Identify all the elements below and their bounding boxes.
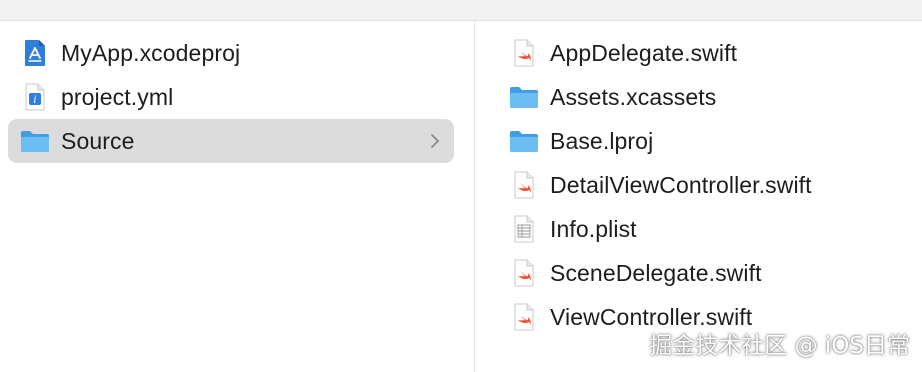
file-row-myapp-xcodeproj[interactable]: MyApp.xcodeproj [8,31,454,75]
file-name: Source [61,127,135,154]
finder-column-project: MyApp.xcodeproj i project.yml Source [0,21,475,372]
file-row-scenedelegate-swift[interactable]: SceneDelegate.swift [483,251,913,295]
file-name: Assets.xcassets [550,83,717,110]
xcode-project-icon [20,38,50,68]
chevron-right-icon [431,134,439,148]
file-row-assets-xcassets[interactable]: Assets.xcassets [483,75,913,119]
file-row-detailviewcontroller-swift[interactable]: DetailViewController.swift [483,163,913,207]
swift-file-icon [509,302,539,332]
watermark-text: 掘金技术社区 @ iOS日常 [649,333,910,359]
finder-column-source: AppDelegate.swift Assets.xcassets Base.l… [475,21,922,372]
file-name: SceneDelegate.swift [550,259,762,286]
svg-text:i: i [33,95,36,106]
finder-toolbar-strip [0,0,922,21]
swift-file-icon [509,258,539,288]
file-row-base-lproj[interactable]: Base.lproj [483,119,913,163]
swift-file-icon [509,170,539,200]
file-row-appdelegate-swift[interactable]: AppDelegate.swift [483,31,913,75]
swift-file-icon [509,38,539,68]
folder-icon [509,82,539,112]
file-name: Info.plist [550,215,637,242]
folder-icon [20,126,50,156]
file-name: project.yml [61,83,174,110]
file-name: Base.lproj [550,127,654,154]
plist-file-icon [509,214,539,244]
file-row-project-yml[interactable]: i project.yml [8,75,454,119]
file-name: DetailViewController.swift [550,171,812,198]
file-name: MyApp.xcodeproj [61,39,241,66]
folder-icon [509,126,539,156]
file-name: AppDelegate.swift [550,39,738,66]
file-row-info-plist[interactable]: Info.plist [483,207,913,251]
file-row-source-folder[interactable]: Source [8,119,454,163]
yml-file-icon: i [20,82,50,112]
